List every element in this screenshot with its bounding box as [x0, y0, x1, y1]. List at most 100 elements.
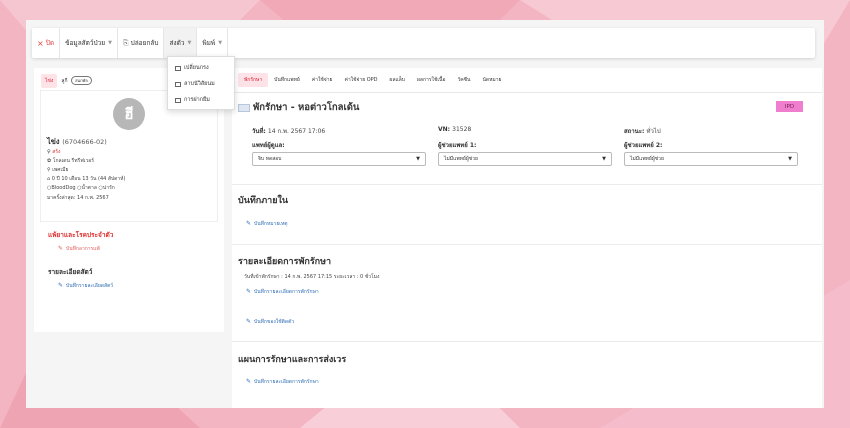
chevron-down-icon: ▼	[218, 40, 223, 46]
close-icon: ×	[37, 38, 44, 48]
top-toolbar: × ปิด ข้อมูลสัตว์ป่วย ▼ ⎘ ปล่อยกลับ ส่งต…	[32, 28, 815, 58]
tag-item: น่ารัก	[102, 185, 115, 191]
internal-notes-link[interactable]: ✎ บันทึกหมายเหตุ	[246, 220, 288, 228]
close-button[interactable]: × ปิด	[32, 28, 61, 58]
section-divider	[232, 341, 822, 342]
belongings-link-label: บันทึกของใช้ติดตัว	[254, 319, 295, 325]
admission-title: พักรักษา - หอต่าวโกลเด้น	[238, 100, 359, 115]
tab-opd-expenses[interactable]: ค่าใช้จ่าย OPD	[338, 73, 383, 87]
dropdown-item-label: เปลี่ยนกรง	[184, 65, 209, 71]
cage-icon	[175, 65, 181, 71]
tag-item: BloodDog	[51, 185, 76, 191]
print-menu[interactable]: พิมพ์ ▼	[197, 28, 229, 58]
caret-down-icon: ▼	[416, 156, 420, 162]
transfer-menu[interactable]: ส่งตัว ▼	[164, 28, 198, 58]
record-tabs: พักรักษา บันทึกแพทย์ ค่าใช้จ่าย ค่าใช้จ่…	[238, 72, 507, 88]
pencil-icon: ✎	[246, 318, 252, 325]
tab-owner-label: ลูกี	[61, 78, 68, 84]
pencil-icon: ✎	[246, 288, 252, 295]
asst1-select-value: ไม่มีแพทย์ผู้ช่วย	[444, 156, 478, 162]
tab-expenses[interactable]: ค่าใช้จ่าย	[306, 73, 339, 87]
ipd-badge: IPD	[776, 101, 803, 112]
admission-detail-link[interactable]: ✎ บันทึกรายละเอียดการพักรักษา	[246, 288, 319, 296]
discharge-icon: ⎘	[122, 38, 129, 47]
vn-field: VN: 31528	[438, 126, 471, 133]
breed-text: โกลเดน รีทรีฟเวอร์	[52, 158, 94, 164]
deposit-icon	[175, 97, 181, 103]
tab-doctor-notes[interactable]: บันทึกแพทย์	[268, 73, 306, 87]
tab-admission[interactable]: พักรักษา	[238, 73, 269, 87]
admission-title-text: พักรักษา - หอต่าวโกลเด้น	[253, 102, 360, 113]
patient-info-label: ข้อมูลสัตว์ป่วย	[65, 39, 106, 47]
dropdown-item-list[interactable]: ลาบนัวิสัยนม	[168, 76, 234, 92]
tab-patient[interactable]: ไข่ง	[41, 73, 58, 88]
caret-down-icon: ▼	[788, 156, 792, 162]
asst2-select-value: ไม่มีแพทย์ผู้ช่วย	[630, 156, 664, 162]
vn-value: 31528	[452, 126, 472, 133]
discharge-button[interactable]: ⎘ ปล่อยกลับ	[118, 28, 165, 58]
dropdown-item-deposit[interactable]: การฝากยืม	[168, 92, 234, 108]
transfer-label: ส่งตัว	[169, 39, 185, 47]
owner-pill: สนกพัล	[71, 76, 92, 85]
tag-item: น้ำตาล	[81, 185, 97, 191]
tab-lab[interactable]: ผลแล็บ	[384, 73, 411, 87]
asst2-select[interactable]: ไม่มีแพทย์ผู้ช่วย ▼	[624, 152, 798, 166]
paw-icon: ✿	[47, 158, 52, 164]
last-visit-line: มาครั้งล่าสุด: 14 ก.พ. 2567	[47, 194, 109, 202]
status-label: สถานะ:	[624, 128, 645, 135]
last-visit-text: มาครั้งล่าสุด: 14 ก.พ. 2567	[47, 195, 109, 201]
avatar: ฮี	[113, 98, 145, 130]
tab-vaccine[interactable]: วัคซีน	[451, 73, 476, 87]
gender-text: สร้ง	[52, 149, 61, 155]
asst1-label: ผู้ช่วยแพทย์ 1:	[438, 142, 477, 149]
details-link[interactable]: ✎ บันทึกรายละเอียดสัตว์	[58, 282, 113, 290]
ward-icon	[238, 103, 250, 112]
doctor-select[interactable]: จิบ ทดสอบ ▼	[252, 152, 426, 166]
chevron-down-icon: ▼	[108, 40, 112, 46]
details-title: รายละเอียดสัตว์	[48, 268, 93, 276]
admission-detail-text: วันที่เข้าพักรักษา : 14 ก.พ. 2567 17:15 …	[244, 274, 380, 280]
status-value: ทั่วไป	[646, 128, 661, 135]
tab-owner[interactable]: ลูกี สนกพัล	[57, 73, 95, 88]
asst1-select[interactable]: ไม่มีแพทย์ผู้ช่วย ▼	[438, 152, 612, 166]
discharge-label: ปล่อยกลับ	[130, 39, 159, 47]
list-icon	[175, 81, 181, 87]
breed-line: ✿ โกลเดน รีทรีฟเวอร์	[47, 157, 94, 165]
section-divider	[232, 244, 822, 245]
treatment-plan-link-label: บันทึกรายละเอียดการพักรักษา	[254, 379, 319, 385]
patient-info-menu[interactable]: ข้อมูลสัตว์ป่วย ▼	[60, 28, 118, 58]
internal-notes-title: บันทึกภายใน	[238, 196, 289, 206]
admission-detail-title: รายละเอียดการพักรักษา	[238, 257, 332, 267]
gender-icon: ♀	[47, 149, 51, 155]
treatment-plan-title: แผนการรักษาและการส่งเวร	[238, 355, 347, 365]
gender-line: ♀ สร้ง	[47, 148, 60, 156]
age-text: 0 ปี 10 เดือน 13 วัน (44 สัปดาห์)	[51, 176, 126, 182]
sex-text: เพศเมีย	[52, 167, 69, 173]
pencil-icon: ✎	[246, 220, 252, 227]
tab-patient-label: ไข่ง	[45, 77, 54, 84]
age-line: ⌂ 0 ปี 10 เดือน 13 วัน (44 สัปดาห์)	[47, 175, 125, 183]
pencil-icon: ✎	[58, 282, 64, 289]
chevron-down-icon: ▼	[187, 40, 192, 46]
main-panel: พักรักษา บันทึกแพทย์ ค่าใช้จ่าย ค่าใช้จ่…	[232, 68, 822, 408]
dropdown-item-change-cage[interactable]: เปลี่ยนกรง	[168, 60, 234, 76]
dropdown-item-label: การฝากยืม	[184, 97, 210, 103]
belongings-link[interactable]: ✎ บันทึกของใช้ติดตัว	[246, 318, 294, 326]
patient-name: ไข่ง (6704666-02)	[47, 136, 107, 148]
date-field: วันที่: 14 ก.พ. 2567 17:06	[252, 126, 325, 136]
date-value: 14 ก.พ. 2567 17:06	[267, 128, 326, 135]
allergy-title: แพ้ยาและโรคประจำตัว	[48, 231, 114, 239]
treatment-plan-link[interactable]: ✎ บันทึกรายละเอียดการพักรักษา	[246, 378, 319, 386]
dropdown-item-label: ลาบนัวิสัยนม	[184, 81, 215, 87]
print-label: พิมพ์	[202, 39, 216, 47]
patient-tabs: ไข่ง ลูกี สนกพัล	[41, 73, 96, 88]
allergy-link[interactable]: ✎ บันทึกอาการแพ้	[58, 245, 100, 253]
tab-usage[interactable]: ผลการใช้เนื้อ	[411, 73, 451, 87]
vn-label: VN:	[438, 126, 451, 133]
pencil-icon: ✎	[58, 245, 64, 252]
tab-appointment[interactable]: นัดหมาย	[476, 73, 507, 87]
asst2-label: ผู้ช่วยแพทย์ 2:	[624, 142, 663, 149]
tabs-divider	[232, 92, 822, 93]
sex-line: ⚲ เพศเมีย	[47, 166, 68, 174]
close-label: ปิด	[45, 39, 55, 47]
